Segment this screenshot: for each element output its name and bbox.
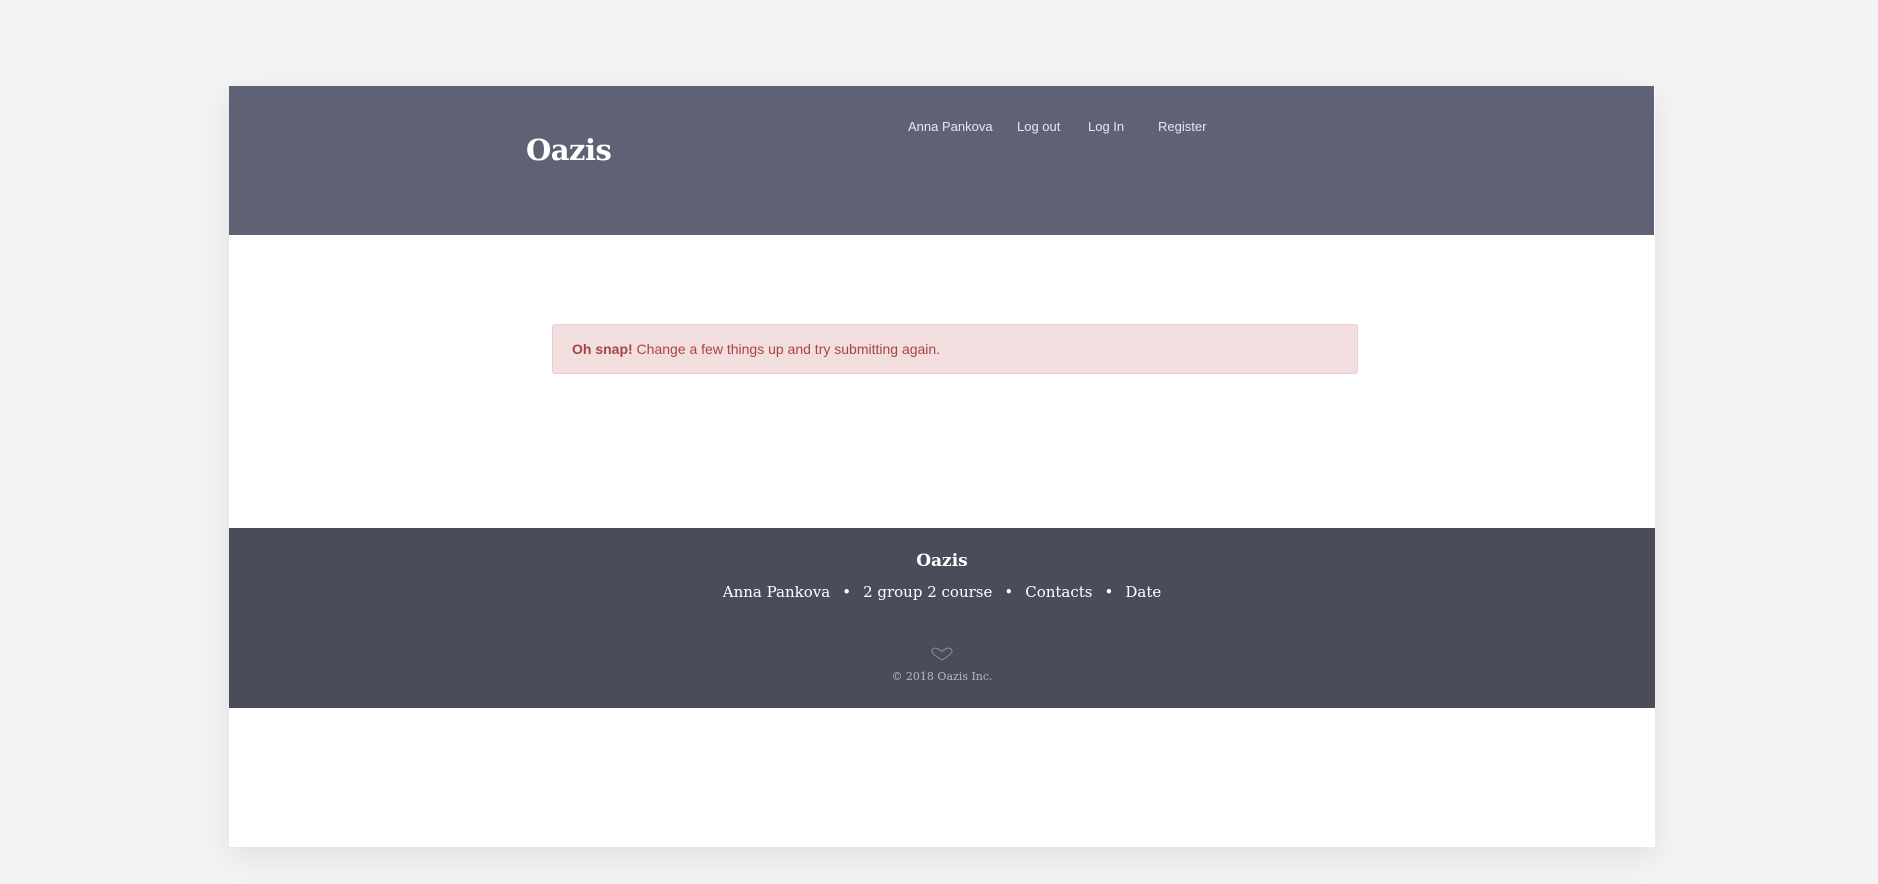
copyright-text: © 2018 Oazis Inc. bbox=[891, 670, 993, 683]
footer-link-group[interactable]: 2 group 2 course bbox=[863, 583, 992, 601]
nav-login-link[interactable]: Log In bbox=[1088, 120, 1124, 133]
footer-separator: • bbox=[1004, 583, 1014, 601]
footer-links: Anna Pankova • 2 group 2 course • Contacts • D… bbox=[229, 585, 1655, 600]
footer-link-date[interactable]: Date bbox=[1125, 583, 1161, 601]
site-logo[interactable]: Oazis bbox=[526, 136, 612, 165]
alert-message: Change a few things up and try submittin… bbox=[632, 341, 941, 357]
site-footer: Oazis Anna Pankova • 2 group 2 course • Cont… bbox=[229, 528, 1655, 708]
nav-logout-link[interactable]: Log out bbox=[1017, 120, 1060, 133]
footer-separator: • bbox=[842, 583, 852, 601]
footer-link-contacts[interactable]: Contacts bbox=[1025, 583, 1092, 601]
nav-user-link[interactable]: Anna Pankova bbox=[908, 120, 993, 133]
alert-title: Oh snap! bbox=[572, 341, 633, 357]
footer-link-author[interactable]: Anna Pankova bbox=[723, 583, 830, 601]
nav-register-link[interactable]: Register bbox=[1158, 120, 1206, 133]
error-alert: Oh snap! Change a few things up and try … bbox=[552, 324, 1358, 374]
footer-separator: • bbox=[1104, 583, 1114, 601]
heart-icon bbox=[931, 647, 953, 661]
footer-brand: Oazis bbox=[916, 551, 968, 571]
site-header: Oazis Anna Pankova Log out Log In Regist… bbox=[229, 86, 1654, 235]
page-container: Oazis Anna Pankova Log out Log In Regist… bbox=[229, 86, 1655, 847]
